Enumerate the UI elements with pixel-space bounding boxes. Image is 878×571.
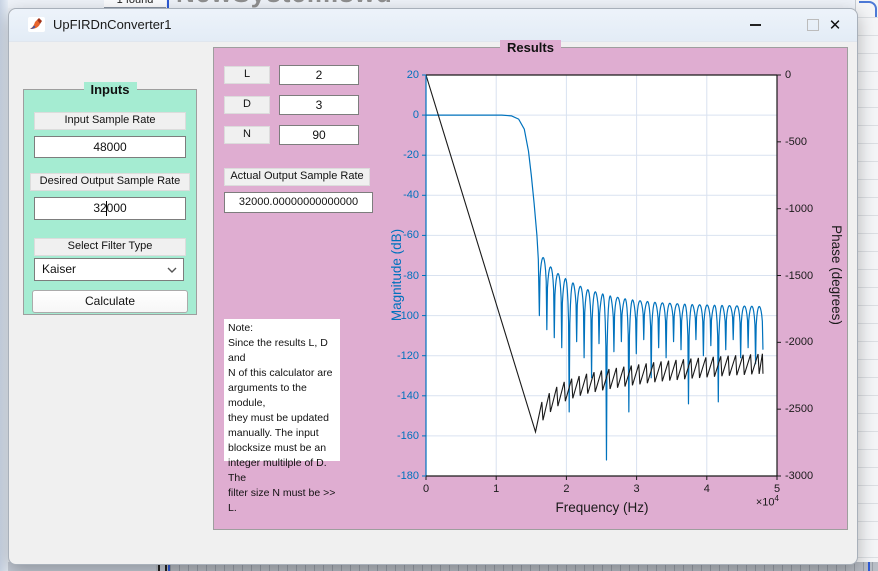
close-button[interactable]: ✕ — [817, 9, 853, 41]
x-tick-label: 0 — [406, 482, 446, 496]
left-y-axis-label: Magnitude (dB) — [389, 175, 407, 375]
note-line: N of this calculator are — [228, 366, 340, 381]
right-tick-label: -2500 — [785, 402, 845, 416]
param-label-L: L — [224, 66, 270, 84]
desired-output-rate-label: Desired Output Sample Rate — [30, 173, 190, 191]
filter-type-dropdown[interactable]: Kaiser — [34, 258, 184, 281]
minimize-icon — [750, 24, 761, 26]
left-tick-label: -140 — [359, 389, 419, 403]
input-sample-rate-label: Input Sample Rate — [34, 112, 186, 130]
filter-type-value: Kaiser — [42, 262, 76, 276]
text-caret — [106, 201, 107, 216]
right-tick-label: -3000 — [785, 469, 845, 483]
inputs-panel-title: Inputs — [24, 81, 196, 99]
param-label-N: N — [224, 126, 270, 144]
inputs-panel: Inputs Input Sample Rate 48000 Desired O… — [23, 89, 197, 315]
matlab-icon — [28, 17, 45, 32]
x-tick-label: 1 — [476, 482, 516, 496]
background-app-top-strip: 1 found NewSystem.swd — [0, 0, 878, 8]
left-tick-label: 20 — [359, 68, 419, 82]
note-line: arguments to the module, — [228, 381, 340, 411]
frequency-response-plot — [416, 70, 787, 486]
note-line: integer multilple of D. The — [228, 456, 340, 486]
calculate-button[interactable]: Calculate — [32, 290, 188, 313]
background-playhead-marker-right — [868, 562, 870, 571]
background-tab: 1 found — [104, 0, 166, 8]
chevron-down-icon — [167, 267, 177, 273]
screenshot-root: 1 found NewSystem.swd UpFIRDnConverter1 … — [0, 0, 878, 571]
note-line: Note: — [228, 321, 340, 336]
close-icon: ✕ — [829, 18, 842, 33]
x-axis-exponent: ×104 — [719, 494, 779, 509]
input-sample-rate-field[interactable]: 48000 — [34, 136, 186, 158]
left-tick-label: -20 — [359, 148, 419, 162]
desired-output-rate-field[interactable]: 32000 — [34, 197, 186, 220]
actual-output-rate-field[interactable]: 32000.00000000000000 — [224, 192, 373, 213]
param-label-D: D — [224, 96, 270, 114]
background-document-title: NewSystem.swd — [176, 0, 393, 8]
left-tick-label: -160 — [359, 429, 419, 443]
background-app-left-strip — [0, 0, 8, 571]
param-value-N[interactable]: 90 — [279, 125, 359, 145]
window-title: UpFIRDnConverter1 — [53, 17, 172, 32]
results-panel: Results L2D3N90 Actual Output Sample Rat… — [213, 47, 848, 530]
background-window-corner — [859, 1, 877, 17]
results-panel-title: Results — [214, 39, 847, 57]
left-tick-label: -180 — [359, 469, 419, 483]
window-titlebar[interactable]: UpFIRDnConverter1 ✕ — [9, 9, 857, 42]
x-tick-label: 2 — [546, 482, 586, 496]
note-box: Note:Since the results L, D andN of this… — [224, 319, 340, 461]
note-line: filter size N must be >> L. — [228, 486, 340, 516]
note-line: Since the results L, D and — [228, 336, 340, 366]
note-line: blocksize must be an — [228, 441, 340, 456]
actual-output-rate-label: Actual Output Sample Rate — [224, 168, 370, 186]
x-axis-label: Frequency (Hz) — [502, 500, 702, 515]
param-value-L[interactable]: 2 — [279, 65, 359, 85]
right-y-axis-label: Phase (degrees) — [826, 175, 844, 375]
background-app-right-strip — [855, 0, 878, 571]
param-value-D[interactable]: 3 — [279, 95, 359, 115]
filter-type-label: Select Filter Type — [34, 238, 186, 256]
right-tick-label: -500 — [785, 135, 845, 149]
background-divider — [167, 0, 169, 8]
minimize-button[interactable] — [737, 9, 773, 41]
right-tick-label: 0 — [785, 68, 845, 82]
note-line: they must be updated — [228, 411, 340, 426]
desired-output-rate-value: 32000 — [93, 201, 126, 215]
note-line: manually. The input — [228, 426, 340, 441]
left-tick-label: 0 — [359, 108, 419, 122]
upfirdn-converter-window: UpFIRDnConverter1 ✕ Inputs Input Sample … — [8, 8, 858, 565]
x-tick-label: 3 — [617, 482, 657, 496]
